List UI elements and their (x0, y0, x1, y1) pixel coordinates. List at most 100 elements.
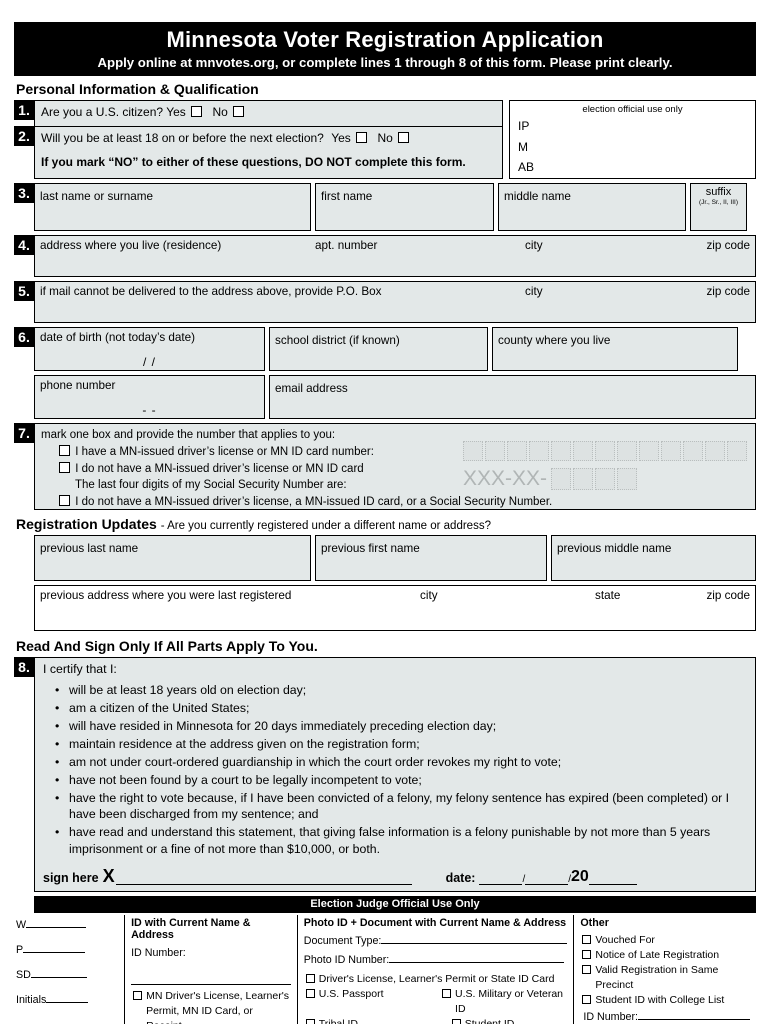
col3-item-2-label: Valid Registration in Same Precinct (595, 963, 719, 991)
col2-item-3[interactable]: U.S. Military or Veteran ID (440, 987, 567, 1017)
col2-item-2[interactable]: Tribal ID (304, 1017, 450, 1024)
id-option-3-checkbox[interactable] (59, 495, 70, 507)
col2-item-0-checkbox[interactable] (305, 974, 315, 983)
po-box-zip-label: zip code (706, 285, 750, 299)
last-name-field[interactable]: last name or surname (34, 183, 311, 232)
phone-number-dashes: - - (142, 403, 157, 418)
school-district-field[interactable]: school district (if known) (269, 327, 488, 372)
drivers-license-digit-box[interactable] (617, 441, 637, 462)
question-1-yes-checkbox[interactable] (191, 106, 203, 118)
judge-initials-label: Initials (16, 994, 47, 1007)
official-line-ip: IP (518, 119, 530, 134)
judge-sd-row: SD (16, 967, 118, 983)
suffix-field[interactable]: suffix (Jr., Sr., II, III) (690, 183, 747, 232)
col1-item-0[interactable]: MN Driver's License, Learner's Permit, M… (131, 989, 291, 1024)
date-day-input[interactable] (525, 870, 569, 885)
ssn-digit-box[interactable] (617, 468, 637, 491)
election-official-use-box: election official use only IP M AB (509, 100, 756, 180)
col3-item-2[interactable]: Valid Registration in Same Precinct (580, 963, 750, 993)
id-option-1-checkbox[interactable] (59, 445, 70, 457)
phone-number-field[interactable]: phone number - - (34, 375, 265, 420)
ssn-digit-box[interactable] (551, 468, 571, 491)
drivers-license-digit-box[interactable] (705, 441, 725, 462)
question-1-body: Are you a U.S. citizen? Yes No (34, 100, 503, 127)
col2-item-4[interactable]: Student ID (450, 1017, 514, 1024)
school-district-label: school district (if known) (275, 334, 400, 348)
prev-address-spacer (14, 585, 34, 631)
drivers-license-digit-box[interactable] (529, 441, 549, 462)
read-and-sign-heading: Read And Sign Only If All Parts Apply To… (16, 638, 318, 655)
drivers-license-number-boxes[interactable] (463, 441, 747, 462)
certification-bullet: am a citizen of the United States; (43, 700, 747, 717)
form-title: Minnesota Voter Registration Application (166, 27, 604, 52)
col2-item-2-checkbox[interactable] (305, 1018, 315, 1024)
drivers-license-digit-box[interactable] (639, 441, 659, 462)
col3-id-number-input[interactable] (638, 1019, 750, 1021)
ssn-digit-boxes[interactable] (551, 468, 637, 491)
judge-p-input[interactable] (23, 951, 86, 953)
drivers-license-digit-box[interactable] (485, 441, 505, 462)
drivers-license-digit-box[interactable] (463, 441, 483, 462)
previous-last-name-field[interactable]: previous last name (34, 535, 311, 582)
election-judge-section: Election Judge Official Use Only (34, 895, 756, 913)
line-6-row: 6. date of birth (not today’s date) / / … (14, 327, 756, 372)
col2-item-1-checkbox[interactable] (305, 988, 315, 998)
col2-item-1[interactable]: U.S. Passport (304, 987, 440, 1017)
document-type-input[interactable] (381, 942, 568, 944)
col3-item-1-checkbox[interactable] (582, 949, 592, 959)
date-month-input[interactable] (479, 870, 523, 885)
drivers-license-digit-box[interactable] (661, 441, 681, 462)
first-name-field[interactable]: first name (315, 183, 494, 232)
col1-id-number-input[interactable] (131, 961, 291, 985)
ssn-digit-box[interactable] (573, 468, 593, 491)
id-option-2-checkbox[interactable] (59, 461, 70, 473)
question-2-no-checkbox[interactable] (398, 132, 410, 144)
previous-first-name-field[interactable]: previous first name (315, 535, 547, 582)
registration-updates-subtitle: - Are you currently registered under a d… (160, 520, 491, 533)
drivers-license-digit-box[interactable] (551, 441, 571, 462)
po-box-field[interactable]: if mail cannot be delivered to the addre… (34, 281, 756, 324)
col2-item-0[interactable]: Driver's License, Learner's Permit or St… (304, 972, 568, 987)
ssn-digit-box[interactable] (595, 468, 615, 491)
col3-item-2-checkbox[interactable] (582, 964, 592, 974)
email-address-field[interactable]: email address (269, 375, 756, 420)
ssn-last-four-entry[interactable]: XXX-XX- (463, 467, 637, 491)
line-8-number: 8. (14, 657, 34, 678)
certification-block: I certify that I: will be at least 18 ye… (34, 657, 756, 892)
date-label: date: (445, 870, 476, 885)
col1-item-0-checkbox[interactable] (133, 990, 143, 1000)
question-2-no-label: No (377, 131, 393, 146)
question-2-yes-checkbox[interactable] (356, 132, 368, 144)
col2-item-4-checkbox[interactable] (451, 1018, 461, 1024)
previous-address-field[interactable]: previous address where you were last reg… (34, 585, 756, 632)
col3-item-0-checkbox[interactable] (582, 934, 592, 944)
previous-middle-name-field[interactable]: previous middle name (551, 535, 756, 582)
residence-address-field[interactable]: address where you live (residence) apt. … (34, 235, 756, 278)
judge-w-input[interactable] (26, 926, 87, 928)
drivers-license-digit-box[interactable] (683, 441, 703, 462)
col3-item-1[interactable]: Notice of Late Registration (580, 948, 750, 963)
col3-item-3-checkbox[interactable] (582, 994, 592, 1004)
photo-id-number-input[interactable] (389, 961, 565, 963)
prev-names-spacer (14, 535, 34, 581)
judge-initials-input[interactable] (46, 1002, 89, 1004)
date-year-input[interactable] (588, 870, 637, 885)
date-of-birth-field[interactable]: date of birth (not today’s date) / / (34, 327, 265, 372)
drivers-license-digit-box[interactable] (595, 441, 615, 462)
col1-id-number-label: ID Number: (131, 946, 186, 959)
drivers-license-digit-box[interactable] (727, 441, 747, 462)
col2-item-3-checkbox[interactable] (442, 988, 452, 998)
sign-here-label: sign here (43, 870, 99, 885)
col3-item-0[interactable]: Vouched For (580, 933, 750, 948)
county-field[interactable]: county where you live (492, 327, 738, 372)
date-of-birth-slashes: / / (142, 355, 156, 370)
drivers-license-digit-box[interactable] (573, 441, 593, 462)
col3-item-3[interactable]: Student ID with College List (580, 993, 750, 1008)
drivers-license-digit-box[interactable] (507, 441, 527, 462)
judge-sd-input[interactable] (30, 977, 87, 978)
signature-input-line[interactable] (115, 870, 412, 885)
middle-name-field[interactable]: middle name (498, 183, 686, 232)
email-address-label: email address (275, 382, 348, 396)
question-1-no-checkbox[interactable] (233, 106, 245, 118)
contact-row: phone number - - email address (14, 375, 756, 420)
